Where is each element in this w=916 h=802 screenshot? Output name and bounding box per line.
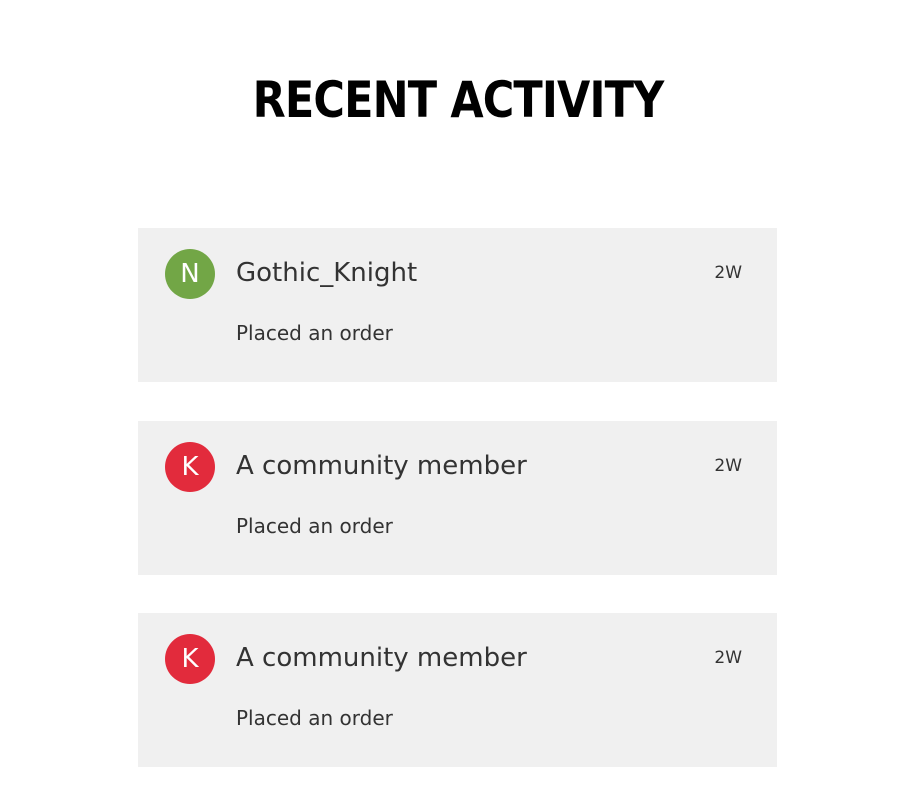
timestamp: 2W (714, 456, 742, 476)
activity-item[interactable]: K A community member 2W Placed an order (138, 421, 777, 575)
activity-description: Placed an order (236, 321, 393, 345)
timestamp: 2W (714, 263, 742, 283)
activity-item[interactable]: K A community member 2W Placed an order (138, 613, 777, 767)
user-name[interactable]: A community member (236, 641, 527, 675)
user-name[interactable]: Gothic_Knight (236, 256, 417, 290)
avatar[interactable]: N (165, 249, 215, 299)
timestamp: 2W (714, 648, 742, 668)
avatar[interactable]: K (165, 442, 215, 492)
activity-description: Placed an order (236, 514, 393, 538)
activity-item[interactable]: N Gothic_Knight 2W Placed an order (138, 228, 777, 382)
activity-description: Placed an order (236, 706, 393, 730)
avatar[interactable]: K (165, 634, 215, 684)
user-name[interactable]: A community member (236, 449, 527, 483)
page-title: RECENT ACTIVITY (252, 71, 665, 129)
